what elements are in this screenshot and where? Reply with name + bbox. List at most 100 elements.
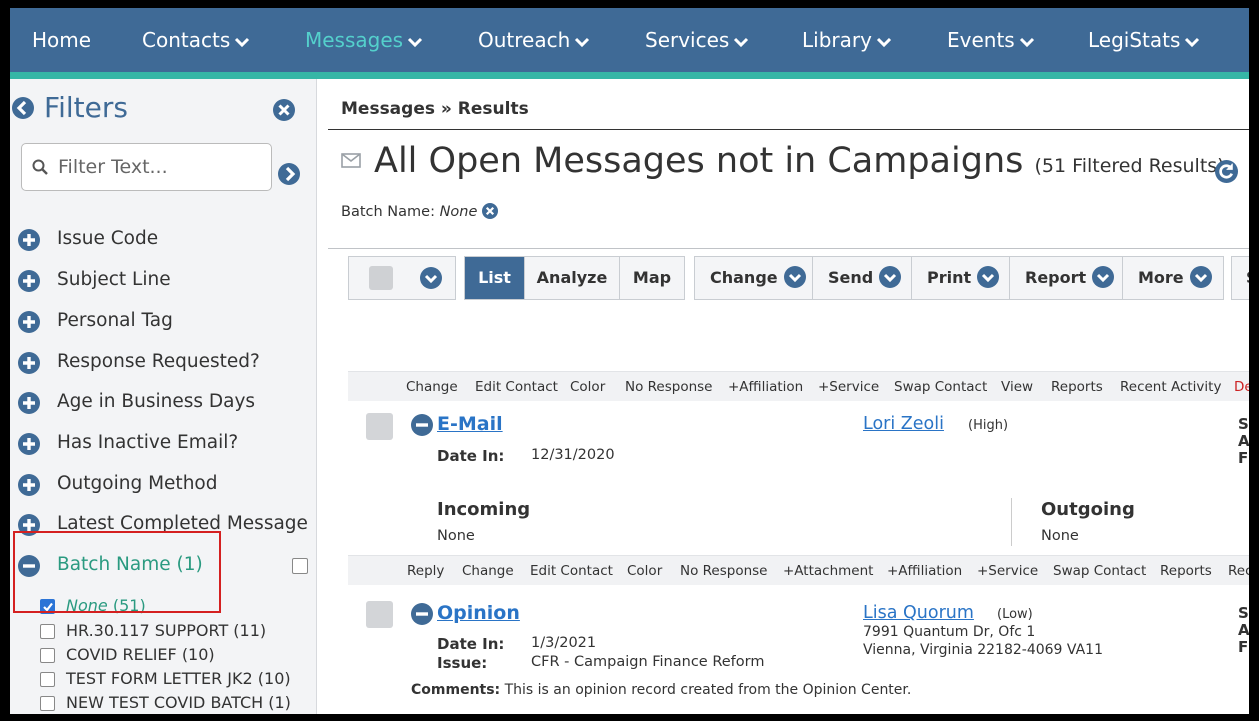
batch-option-checkbox[interactable] bbox=[40, 599, 55, 614]
chevron-down-icon bbox=[1185, 37, 1200, 47]
collapse-record-icon[interactable] bbox=[411, 603, 433, 625]
batch-option-test-form-letter[interactable]: TEST FORM LETTER JK2 (10) bbox=[40, 669, 310, 691]
action-swap-contact[interactable]: Swap Contact bbox=[894, 379, 987, 395]
collapse-left-icon[interactable] bbox=[12, 97, 34, 119]
batch-option-new-test-covid[interactable]: NEW TEST COVID BATCH (1) bbox=[40, 693, 310, 714]
send-button[interactable]: Send bbox=[813, 257, 912, 299]
more-button[interactable]: More bbox=[1123, 257, 1223, 299]
list-view-button[interactable]: List bbox=[465, 257, 525, 299]
batch-option-hr30117[interactable]: HR.30.117 SUPPORT (11) bbox=[40, 621, 310, 643]
date-in-label: Date In: bbox=[437, 635, 505, 653]
contact-link[interactable]: Lisa Quorum bbox=[863, 603, 974, 623]
filter-label: Issue Code bbox=[57, 228, 159, 249]
filter-age-in-business-days[interactable]: Age in Business Days bbox=[10, 389, 315, 419]
filter-response-requested[interactable]: Response Requested? bbox=[10, 349, 315, 379]
chevron-down-circle-icon bbox=[783, 266, 806, 288]
batch-option-checkbox[interactable] bbox=[40, 624, 55, 639]
top-navigation-bar: Home Contacts Messages Outreach Services… bbox=[10, 8, 1249, 72]
record-type-link[interactable]: Opinion bbox=[437, 602, 520, 624]
filter-outgoing-method[interactable]: Outgoing Method bbox=[10, 471, 315, 501]
map-view-button[interactable]: Map bbox=[620, 257, 684, 299]
action-change[interactable]: Change bbox=[462, 563, 514, 579]
chevron-down-circle-icon bbox=[977, 266, 1000, 288]
action-add-affiliation[interactable]: +Affiliation bbox=[887, 563, 962, 579]
action-add-affiliation[interactable]: +Affiliation bbox=[728, 379, 803, 395]
action-edit-contact[interactable]: Edit Contact bbox=[530, 563, 613, 579]
record-select-checkbox[interactable] bbox=[366, 413, 393, 440]
nav-services-label: Services bbox=[645, 28, 730, 52]
view-mode-group: List Analyze Map bbox=[464, 256, 685, 300]
change-button[interactable]: Change bbox=[695, 257, 813, 299]
record-type-link[interactable]: E-Mail bbox=[437, 413, 503, 435]
batch-option-checkbox[interactable] bbox=[40, 648, 55, 663]
plus-circle-icon bbox=[18, 474, 40, 496]
nav-messages[interactable]: Messages bbox=[305, 28, 423, 52]
action-color[interactable]: Color bbox=[627, 563, 662, 579]
nav-events[interactable]: Events bbox=[947, 28, 1035, 52]
nav-home[interactable]: Home bbox=[32, 28, 91, 52]
breadcrumb: Messages » Results bbox=[341, 99, 529, 119]
record-side-label: A bbox=[1238, 432, 1249, 450]
filter-subject-line[interactable]: Subject Line bbox=[10, 267, 315, 297]
nav-contacts[interactable]: Contacts bbox=[142, 28, 250, 52]
report-button[interactable]: Report bbox=[1010, 257, 1123, 299]
extra-actions-group: S bbox=[1231, 256, 1249, 300]
search-icon bbox=[32, 159, 48, 175]
action-reply[interactable]: Reply bbox=[407, 563, 444, 579]
action-view[interactable]: View bbox=[1001, 379, 1033, 395]
batch-option-label: COVID RELIEF (10) bbox=[66, 645, 215, 664]
chevron-down-icon bbox=[408, 37, 423, 47]
analyze-view-button[interactable]: Analyze bbox=[525, 257, 620, 299]
record-select-checkbox[interactable] bbox=[366, 601, 393, 628]
nav-library[interactable]: Library bbox=[802, 28, 892, 52]
action-edit-contact[interactable]: Edit Contact bbox=[475, 379, 558, 395]
action-add-service[interactable]: +Service bbox=[818, 379, 879, 395]
filter-label: Response Requested? bbox=[57, 351, 260, 372]
filter-issue-code[interactable]: Issue Code bbox=[10, 226, 315, 256]
action-delete[interactable]: Dele bbox=[1234, 379, 1249, 395]
refresh-icon[interactable] bbox=[1215, 160, 1238, 183]
action-recent-activity[interactable]: Rece bbox=[1228, 563, 1249, 579]
priority-label: (Low) bbox=[997, 607, 1033, 622]
date-in-label: Date In: bbox=[437, 447, 505, 465]
remove-batch-filter-icon[interactable] bbox=[482, 202, 499, 219]
close-filters-icon[interactable] bbox=[273, 99, 295, 121]
action-no-response[interactable]: No Response bbox=[680, 563, 768, 579]
filter-has-inactive-email[interactable]: Has Inactive Email? bbox=[10, 430, 315, 460]
print-button[interactable]: Print bbox=[912, 257, 1010, 299]
batch-name-select-all-checkbox[interactable] bbox=[292, 558, 308, 574]
action-change[interactable]: Change bbox=[406, 379, 458, 395]
filter-latest-completed-message[interactable]: Latest Completed Message bbox=[10, 511, 315, 541]
action-swap-contact[interactable]: Swap Contact bbox=[1053, 563, 1146, 579]
app-window: Home Contacts Messages Outreach Services… bbox=[10, 8, 1249, 714]
chevron-down-circle-icon[interactable] bbox=[420, 267, 442, 289]
nav-services[interactable]: Services bbox=[645, 28, 749, 52]
action-reports[interactable]: Reports bbox=[1051, 379, 1103, 395]
filter-text-input[interactable] bbox=[58, 154, 263, 180]
extra-action-button[interactable]: S bbox=[1232, 257, 1249, 299]
action-add-service[interactable]: +Service bbox=[977, 563, 1038, 579]
batch-option-checkbox[interactable] bbox=[40, 672, 55, 687]
nav-events-label: Events bbox=[947, 28, 1015, 52]
action-color[interactable]: Color bbox=[570, 379, 605, 395]
filter-label: Subject Line bbox=[57, 269, 171, 290]
nav-legistats[interactable]: LegiStats bbox=[1088, 28, 1200, 52]
batch-option-none[interactable]: None (51) bbox=[40, 596, 310, 618]
collapse-record-icon[interactable] bbox=[411, 414, 433, 436]
filter-personal-tag[interactable]: Personal Tag bbox=[10, 308, 315, 338]
nav-outreach[interactable]: Outreach bbox=[478, 28, 590, 52]
nav-messages-label: Messages bbox=[305, 28, 404, 52]
nav-library-label: Library bbox=[802, 28, 872, 52]
batch-option-covid-relief[interactable]: COVID RELIEF (10) bbox=[40, 645, 310, 667]
filter-batch-name[interactable]: Batch Name (1) bbox=[10, 552, 315, 582]
contact-link[interactable]: Lori Zeoli bbox=[863, 414, 944, 434]
batch-option-checkbox[interactable] bbox=[40, 696, 55, 711]
action-recent-activity[interactable]: Recent Activity bbox=[1120, 379, 1221, 395]
action-add-attachment[interactable]: +Attachment bbox=[783, 563, 873, 579]
nav-accent-stripe bbox=[10, 72, 1249, 79]
select-all-checkbox[interactable] bbox=[369, 266, 393, 290]
record-side-label: F bbox=[1238, 638, 1249, 656]
action-no-response[interactable]: No Response bbox=[625, 379, 713, 395]
action-reports[interactable]: Reports bbox=[1160, 563, 1212, 579]
filter-go-icon[interactable] bbox=[278, 163, 300, 185]
